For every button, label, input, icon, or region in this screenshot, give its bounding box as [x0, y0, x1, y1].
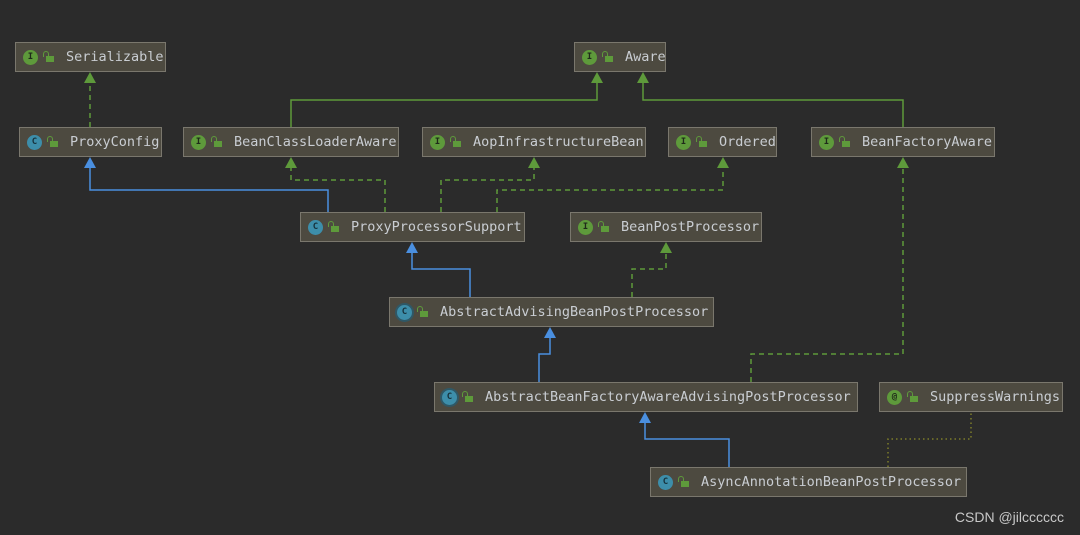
edge-aabpp-beanpostprocessor — [631, 242, 672, 297]
node-ordered[interactable]: I Ordered — [668, 127, 777, 157]
interface-icon: I — [578, 219, 593, 235]
node-label: BeanPostProcessor — [621, 219, 760, 235]
lock-icon — [907, 391, 919, 403]
node-label: AopInfrastructureBean — [473, 134, 644, 150]
lock-icon — [678, 476, 690, 488]
class-icon: C — [658, 474, 673, 490]
edges-layer — [84, 72, 972, 467]
node-bean-post-processor[interactable]: I BeanPostProcessor — [570, 212, 762, 242]
node-aop-infrastructure-bean[interactable]: I AopInfrastructureBean — [422, 127, 646, 157]
interface-icon: I — [582, 49, 597, 65]
lock-icon — [450, 136, 462, 148]
node-label: Ordered — [719, 134, 776, 150]
lock-icon — [417, 306, 429, 318]
edge-beanfactoryaware-aware — [637, 72, 904, 127]
annotation-icon: @ — [887, 389, 902, 405]
lock-icon — [602, 51, 614, 63]
edge-async-suppresswarnings — [887, 413, 972, 467]
node-bean-class-loader-aware[interactable]: I BeanClassLoaderAware — [183, 127, 399, 157]
node-suppress-warnings[interactable]: @ SuppressWarnings — [879, 382, 1063, 412]
lock-icon — [696, 136, 708, 148]
node-label: ProxyConfig — [70, 134, 160, 150]
node-label: Aware — [625, 49, 666, 65]
class-icon: C — [308, 219, 323, 235]
lock-icon — [839, 136, 851, 148]
edge-abfaapp-beanfactoryaware — [750, 157, 909, 382]
node-label: Serializable — [66, 49, 164, 65]
edge-aabpp-pps — [406, 242, 471, 297]
class-icon: C — [27, 134, 42, 150]
node-label: BeanClassLoaderAware — [234, 134, 397, 150]
node-abstract-advising-bean-post-processor[interactable]: C AbstractAdvisingBeanPostProcessor — [389, 297, 714, 327]
node-async-annotation-bean-post-processor[interactable]: C AsyncAnnotationBeanPostProcessor — [650, 467, 967, 497]
edge-beanclassloaderaware-aware — [290, 72, 603, 127]
node-bean-factory-aware[interactable]: I BeanFactoryAware — [811, 127, 995, 157]
interface-icon: I — [819, 134, 834, 150]
lock-icon — [47, 136, 59, 148]
interface-icon: I — [430, 134, 445, 150]
lock-icon — [328, 221, 340, 233]
edge-abfaapp-aabpp — [538, 327, 556, 382]
interface-icon: I — [191, 134, 206, 150]
lock-icon — [43, 51, 55, 63]
node-label: AbstractAdvisingBeanPostProcessor — [440, 304, 709, 320]
interface-icon: I — [23, 49, 38, 65]
node-proxy-config[interactable]: C ProxyConfig — [19, 127, 162, 157]
node-label: BeanFactoryAware — [862, 134, 993, 150]
edge-aabpp2-abfaapp — [639, 412, 730, 467]
node-proxy-processor-support[interactable]: C ProxyProcessorSupport — [300, 212, 525, 242]
node-label: AsyncAnnotationBeanPostProcessor — [701, 474, 962, 490]
node-label: ProxyProcessorSupport — [351, 219, 522, 235]
abstract-class-icon: C — [442, 389, 457, 405]
node-label: AbstractBeanFactoryAwareAdvisingPostProc… — [485, 389, 851, 405]
edge-pps-beanclassloaderaware — [285, 157, 386, 212]
abstract-class-icon: C — [397, 304, 412, 320]
interface-icon: I — [676, 134, 691, 150]
lock-icon — [598, 221, 610, 233]
edge-pps-aopinfrastructurebean — [440, 157, 540, 212]
lock-icon — [462, 391, 474, 403]
node-abstract-bean-factory-aware-advising-post-processor[interactable]: C AbstractBeanFactoryAwareAdvisingPostPr… — [434, 382, 858, 412]
node-label: SuppressWarnings — [930, 389, 1061, 405]
node-serializable[interactable]: I Serializable — [15, 42, 166, 72]
edge-proxyconfig-serializable — [84, 72, 96, 127]
lock-icon — [211, 136, 223, 148]
node-aware[interactable]: I Aware — [574, 42, 666, 72]
watermark: CSDN @jilcccccc — [954, 509, 1064, 525]
